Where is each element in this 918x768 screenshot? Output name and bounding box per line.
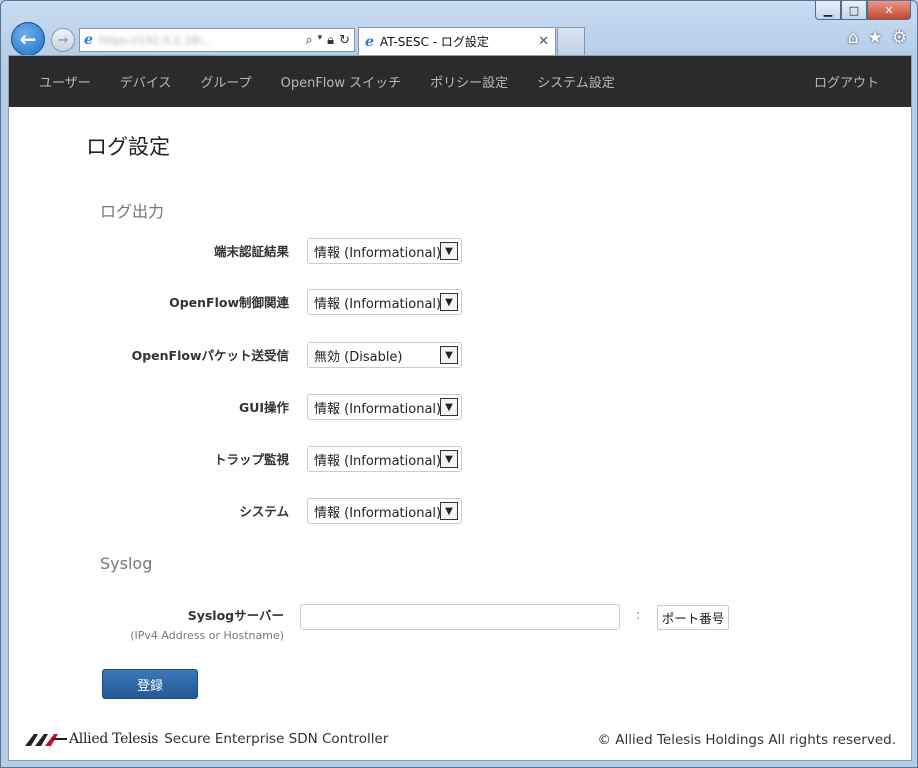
ie-logo-icon: e <box>84 32 93 48</box>
minimize-button[interactable]: ▁ <box>815 1 841 20</box>
close-window-button[interactable]: ✕ <box>867 1 911 20</box>
nav-policy-settings[interactable]: ポリシー設定 <box>430 72 508 91</box>
copyright: © Allied Telesis Holdings All rights res… <box>597 732 896 748</box>
nav-system-settings[interactable]: システム設定 <box>537 72 615 91</box>
label-openflow-control: OpenFlow制御関連 <box>169 295 289 310</box>
select-value: 情報 (Informational) <box>314 453 440 469</box>
chevron-down-icon[interactable]: ▼ <box>440 346 458 364</box>
chevron-down-icon[interactable]: ▼ <box>440 450 458 468</box>
section-title-syslog: Syslog <box>100 554 153 573</box>
label-terminal-auth-result: 端末認証結果 <box>213 244 289 259</box>
label-openflow-packet: OpenFlowパケット送受信 <box>131 348 289 363</box>
address-bar[interactable]: e https://192.0.2.18/... ⌕ ▾ 🔒︎ ↻ <box>79 28 355 52</box>
syslog-server-input[interactable] <box>300 604 620 630</box>
forward-arrow-icon[interactable]: → <box>51 28 75 52</box>
section-title-log-output: ログ出力 <box>100 202 165 221</box>
settings-gear-icon[interactable]: ⚙ <box>892 28 907 48</box>
select-value: 情報 (Informational) <box>314 296 440 312</box>
lock-icon[interactable]: 🔒︎ <box>327 33 334 48</box>
dropdown-icon[interactable]: ▾ <box>318 33 323 48</box>
refresh-icon[interactable]: ↻ <box>339 33 350 48</box>
top-navbar: ユーザー デバイス グループ OpenFlow スイッチ ポリシー設定 システム… <box>9 56 911 107</box>
select-value: 情報 (Informational) <box>314 245 440 261</box>
browser-toolbar-icons: ⌂ ★ ⚙ <box>848 28 907 48</box>
chevron-down-icon[interactable]: ▼ <box>440 502 458 520</box>
page-title: ログ設定 <box>86 135 170 159</box>
nav-groups[interactable]: グループ <box>200 72 251 91</box>
back-arrow-icon[interactable]: ← <box>11 22 45 56</box>
register-button[interactable]: 登録 <box>102 669 198 699</box>
product-name: Secure Enterprise SDN Controller <box>164 731 389 747</box>
home-icon[interactable]: ⌂ <box>848 28 859 48</box>
select-gui-operation[interactable]: 情報 (Informational) ▼ <box>307 394 462 420</box>
browser-tab-active[interactable]: e AT-SESC - ログ設定 ✕ <box>358 27 556 55</box>
favorites-star-icon[interactable]: ★ <box>868 28 883 48</box>
address-url[interactable]: https://192.0.2.18/... <box>99 34 305 47</box>
page-viewport: ユーザー デバイス グループ OpenFlow スイッチ ポリシー設定 システム… <box>8 55 912 761</box>
nav-users[interactable]: ユーザー <box>39 72 91 91</box>
maximize-button[interactable]: □ <box>841 1 867 20</box>
label-gui-operation: GUI操作 <box>238 400 289 415</box>
window-caption-buttons: ▁ □ ✕ <box>815 1 911 20</box>
select-value: 無効 (Disable) <box>314 349 403 365</box>
search-icon[interactable]: ⌕ <box>305 33 312 48</box>
chevron-down-icon[interactable]: ▼ <box>440 293 458 311</box>
nav-openflow-switch[interactable]: OpenFlow スイッチ <box>281 72 402 91</box>
browser-window: ▁ □ ✕ ← → e https://192.0.2.18/... ⌕ ▾ 🔒… <box>0 0 918 768</box>
syslog-server-hint: (IPv4 Address or Hostname) <box>130 629 284 642</box>
select-system[interactable]: 情報 (Informational) ▼ <box>307 498 462 524</box>
select-terminal-auth-result[interactable]: 情報 (Informational) ▼ <box>307 238 462 264</box>
syslog-port-input[interactable]: ポート番号 <box>657 605 729 630</box>
tab-ie-icon: e <box>365 33 374 50</box>
brand-name: Allied Telesis <box>69 731 159 747</box>
select-openflow-control[interactable]: 情報 (Informational) ▼ <box>307 289 462 315</box>
label-trap-monitoring: トラップ監視 <box>213 452 289 467</box>
chevron-down-icon[interactable]: ▼ <box>440 242 458 260</box>
chevron-down-icon[interactable]: ▼ <box>440 398 458 416</box>
select-trap-monitoring[interactable]: 情報 (Informational) ▼ <box>307 446 462 472</box>
select-value: 情報 (Informational) <box>314 505 440 521</box>
tab-title: AT-SESC - ログ設定 <box>379 35 489 49</box>
tab-close-icon[interactable]: ✕ <box>538 34 549 49</box>
allied-telesis-logo-icon <box>25 734 67 746</box>
select-value: 情報 (Informational) <box>314 401 440 417</box>
syslog-server-label-group: Syslogサーバー (IPv4 Address or Hostname) <box>130 605 284 642</box>
nav-logout[interactable]: ログアウト <box>814 72 879 91</box>
footer-brand: Allied Telesis Secure Enterprise SDN Con… <box>25 731 388 747</box>
label-system: システム <box>239 504 289 519</box>
nav-devices[interactable]: デバイス <box>120 72 172 91</box>
label-syslog-server: Syslogサーバー <box>187 608 284 623</box>
port-separator: : <box>636 608 641 623</box>
new-tab-button[interactable] <box>557 27 585 55</box>
select-openflow-packet[interactable]: 無効 (Disable) ▼ <box>307 342 462 368</box>
